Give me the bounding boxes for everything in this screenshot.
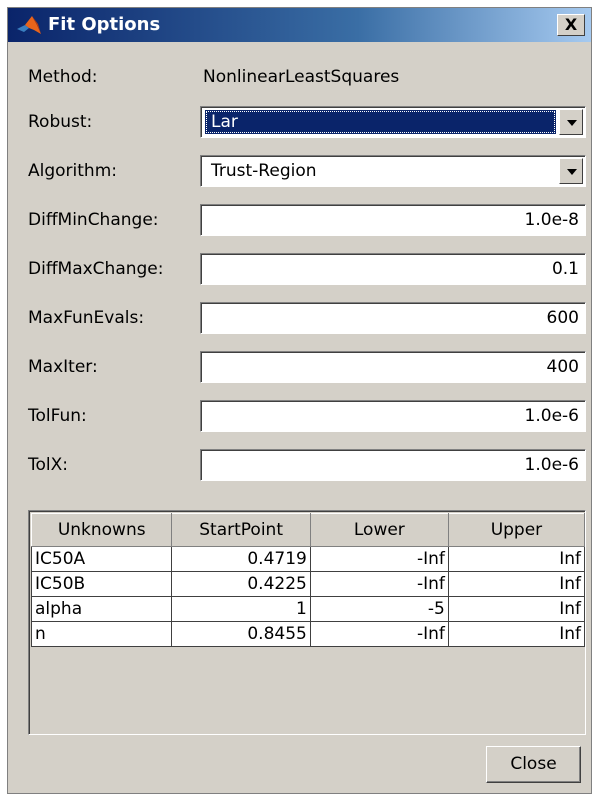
lower-cell[interactable]: -Inf (309, 621, 449, 647)
method-label: Method: (28, 67, 98, 87)
unknown-name-cell: n (30, 621, 173, 647)
robust-label: Robust: (28, 112, 93, 132)
diffmaxchange-label: DiffMaxChange: (28, 259, 164, 279)
table-row: IC50B 0.4225 -Inf Inf (30, 571, 586, 597)
tolfun-field[interactable]: 1.0e-6 (200, 400, 586, 432)
upper-cell[interactable]: Inf (447, 546, 586, 572)
diffminchange-label: DiffMinChange: (28, 210, 159, 230)
table-row: IC50A 0.4719 -Inf Inf (30, 546, 586, 572)
diffminchange-field[interactable]: 1.0e-8 (200, 204, 586, 236)
matlab-logo-icon (17, 16, 41, 34)
upper-cell[interactable]: Inf (447, 571, 586, 597)
maxfunevals-field[interactable]: 600 (200, 302, 586, 334)
startpoint-cell[interactable]: 0.8455 (171, 621, 311, 647)
algorithm-selected-value: Trust-Region (211, 161, 317, 181)
maxiter-label: MaxIter: (28, 357, 98, 377)
title-close-button[interactable]: X (557, 14, 585, 36)
upper-cell[interactable]: Inf (447, 596, 586, 622)
startpoint-cell[interactable]: 0.4225 (171, 571, 311, 597)
lower-cell[interactable]: -Inf (309, 571, 449, 597)
tolx-label: TolX: (28, 455, 68, 475)
robust-dropdown-arrow-icon[interactable] (559, 109, 583, 135)
maxiter-field[interactable]: 400 (200, 351, 586, 383)
table-header-row: Unknowns StartPoint Lower Upper (30, 513, 586, 547)
column-header-lower[interactable]: Lower (309, 513, 449, 547)
lower-cell[interactable]: -5 (309, 596, 449, 622)
tolx-field[interactable]: 1.0e-6 (200, 449, 586, 481)
method-value: NonlinearLeastSquares (203, 67, 400, 87)
column-header-unknowns[interactable]: Unknowns (30, 513, 173, 547)
unknown-name-cell: alpha (30, 596, 173, 622)
startpoint-cell[interactable]: 0.4719 (171, 546, 311, 572)
upper-cell[interactable]: Inf (447, 621, 586, 647)
algorithm-label: Algorithm: (28, 161, 117, 181)
table-row: n 0.8455 -Inf Inf (30, 621, 586, 647)
robust-selected-value: Lar (205, 110, 556, 134)
tolfun-label: TolFun: (28, 406, 87, 426)
fit-options-dialog: Fit Options X Method: NonlinearLeastSqua… (7, 7, 592, 794)
window-title: Fit Options (48, 14, 161, 35)
unknowns-table: Unknowns StartPoint Lower Upper IC50A 0.… (28, 510, 586, 735)
table-row: alpha 1 -5 Inf (30, 596, 586, 622)
algorithm-select[interactable]: Trust-Region (200, 155, 586, 187)
unknown-name-cell: IC50B (30, 571, 173, 597)
unknown-name-cell: IC50A (30, 546, 173, 572)
startpoint-cell[interactable]: 1 (171, 596, 311, 622)
lower-cell[interactable]: -Inf (309, 546, 449, 572)
maxfunevals-label: MaxFunEvals: (28, 308, 145, 328)
close-button[interactable]: Close (486, 746, 581, 783)
robust-select[interactable]: Lar (200, 106, 586, 138)
column-header-startpoint[interactable]: StartPoint (171, 513, 311, 547)
title-bar[interactable]: Fit Options X (8, 8, 591, 42)
diffmaxchange-field[interactable]: 0.1 (200, 253, 586, 285)
algorithm-dropdown-arrow-icon[interactable] (559, 158, 583, 184)
column-header-upper[interactable]: Upper (447, 513, 586, 547)
